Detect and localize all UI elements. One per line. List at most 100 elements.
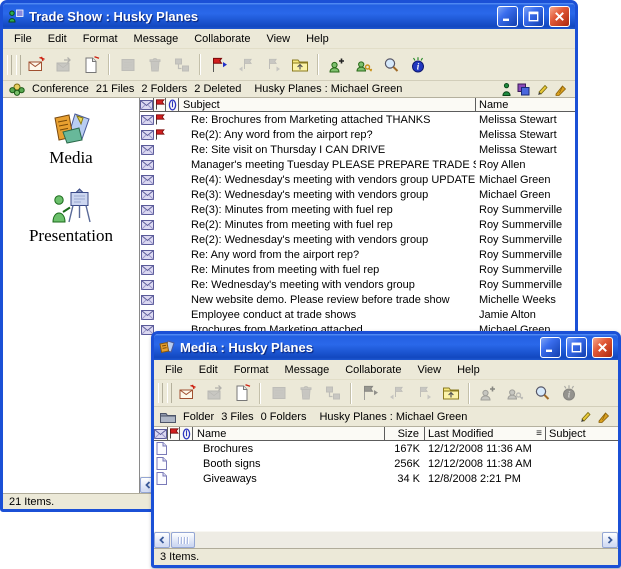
row-document-icon-cell: [154, 472, 168, 485]
row-message-icon-cell: [140, 160, 154, 170]
scroll-right-button[interactable]: [602, 532, 618, 548]
file-row[interactable]: Giveaways34 K12/8/2008 2:21 PM: [154, 471, 618, 486]
reply-button: [201, 381, 228, 405]
maximize-button[interactable]: [566, 337, 587, 358]
properties-button: [265, 381, 292, 405]
message-row[interactable]: Re: Brochures from Marketing attached TH…: [140, 112, 575, 127]
status-text: 3 Items.: [160, 551, 199, 563]
column-header-subject[interactable]: Subject: [546, 427, 618, 441]
menu-format[interactable]: Format: [75, 31, 126, 47]
message-row[interactable]: Manager's meeting Tuesday PLEASE PREPARE…: [140, 157, 575, 172]
maximize-icon: [571, 342, 582, 353]
menu-format[interactable]: Format: [226, 362, 277, 378]
message-row[interactable]: Re(3): Wednesday's meeting with vendors …: [140, 187, 575, 202]
message-row[interactable]: Re: Any word from the airport rep?Roy Su…: [140, 247, 575, 262]
permissions-button[interactable]: [350, 53, 377, 77]
message-row[interactable]: Re(2): Wednesday's meeting with vendors …: [140, 232, 575, 247]
message-row[interactable]: Re(4): Wednesday's meeting with vendors …: [140, 172, 575, 187]
column-header-name[interactable]: Name: [193, 427, 385, 441]
minimize-icon: [545, 342, 556, 353]
column-header-message[interactable]: [140, 98, 154, 112]
new-document-button[interactable]: [228, 381, 255, 405]
row-message-icon-cell: [140, 130, 154, 140]
history-button[interactable]: i: [404, 53, 431, 77]
close-button[interactable]: [592, 337, 613, 358]
row-name: Brochures: [193, 443, 385, 455]
menu-file[interactable]: File: [6, 31, 40, 47]
column-header-attachment[interactable]: [166, 98, 179, 112]
flag-button: [356, 381, 383, 405]
menu-edit[interactable]: Edit: [40, 31, 75, 47]
row-name: Michelle Weeks: [476, 294, 575, 306]
up-folder-button[interactable]: [437, 381, 464, 405]
media-big-icon: [48, 112, 94, 146]
flag-button[interactable]: [205, 53, 232, 77]
toolbar-grip: [167, 383, 172, 403]
maximize-button[interactable]: [523, 6, 544, 27]
row-document-icon-cell: [154, 442, 168, 455]
column-header-modified[interactable]: Last Modified ≡: [425, 427, 546, 441]
new-document-icon: [233, 384, 251, 402]
message-row[interactable]: Re(2): Any word from the airport rep?Mel…: [140, 127, 575, 142]
row-subject: New website demo. Please review before t…: [179, 294, 476, 306]
status-text: 21 Items.: [9, 496, 54, 508]
next-unread-icon: [264, 56, 282, 74]
menu-help[interactable]: Help: [449, 362, 488, 378]
menu-edit[interactable]: Edit: [191, 362, 226, 378]
message-row[interactable]: Re: Site visit on Thursday I CAN DRIVEMe…: [140, 142, 575, 157]
column-header-size[interactable]: Size: [385, 427, 425, 441]
column-header-attachment[interactable]: [180, 427, 193, 441]
new-message-button[interactable]: [23, 53, 50, 77]
menu-message[interactable]: Message: [277, 362, 338, 378]
message-row[interactable]: Re(2): Minutes from meeting with fuel re…: [140, 217, 575, 232]
message-row[interactable]: Re(3): Minutes from meeting with fuel re…: [140, 202, 575, 217]
menu-view[interactable]: View: [258, 31, 298, 47]
titlebar-trade-show[interactable]: Trade Show : Husky Planes: [3, 3, 575, 29]
close-button[interactable]: [549, 6, 570, 27]
sidebar-item-presentation[interactable]: Presentation: [29, 188, 113, 246]
new-message-button[interactable]: [174, 381, 201, 405]
scroll-left-button[interactable]: [154, 532, 170, 548]
add-member-button[interactable]: [323, 53, 350, 77]
menu-file[interactable]: File: [157, 362, 191, 378]
row-name: Roy Summerville: [476, 204, 575, 216]
up-folder-button[interactable]: [286, 53, 313, 77]
toolbar-separator: [350, 383, 352, 404]
chevron-right-icon: [606, 536, 614, 544]
file-row[interactable]: Booth signs256K12/12/2008 11:38 AM: [154, 456, 618, 471]
menu-help[interactable]: Help: [298, 31, 337, 47]
menubar: FileEditFormatMessageCollaborateViewHelp: [154, 360, 618, 380]
minimize-button[interactable]: [540, 337, 561, 358]
menu-view[interactable]: View: [409, 362, 449, 378]
column-header-flag[interactable]: [168, 427, 180, 441]
column-header-subject[interactable]: Subject: [179, 98, 476, 112]
column-header-message[interactable]: [154, 427, 168, 441]
message-row[interactable]: Employee conduct at trade showsJamie Alt…: [140, 307, 575, 322]
menu-collaborate[interactable]: Collaborate: [337, 362, 409, 378]
summary-kind: Conference: [32, 83, 89, 95]
row-message-icon-cell: [140, 235, 154, 245]
menu-message[interactable]: Message: [126, 31, 187, 47]
column-header-flag[interactable]: [154, 98, 166, 112]
message-icon: [141, 145, 154, 155]
scrollbar-thumb[interactable]: [171, 532, 195, 548]
column-header-name[interactable]: Name: [476, 98, 575, 112]
pen-icon: [554, 83, 567, 96]
sidebar-item-media[interactable]: Media: [48, 112, 94, 168]
search-button[interactable]: [377, 53, 404, 77]
message-row[interactable]: Re: Minutes from meeting with fuel repRo…: [140, 262, 575, 277]
file-row[interactable]: Brochures167K12/12/2008 11:36 AM: [154, 441, 618, 456]
message-row[interactable]: Re: Wednesday's meeting with vendors gro…: [140, 277, 575, 292]
row-size: 34 K: [385, 473, 425, 485]
titlebar-media[interactable]: Media : Husky Planes: [154, 334, 618, 360]
minimize-button[interactable]: [497, 6, 518, 27]
window-media: Media : Husky Planes FileEditFormatMessa…: [151, 331, 621, 568]
menu-collaborate[interactable]: Collaborate: [186, 31, 258, 47]
new-document-button[interactable]: [77, 53, 104, 77]
conference-icon: [9, 82, 25, 96]
message-row[interactable]: New website demo. Please review before t…: [140, 292, 575, 307]
status-bar: 3 Items.: [154, 548, 618, 565]
trade-show-icon: [8, 9, 24, 23]
delete-button: [141, 53, 168, 77]
search-button[interactable]: [528, 381, 555, 405]
